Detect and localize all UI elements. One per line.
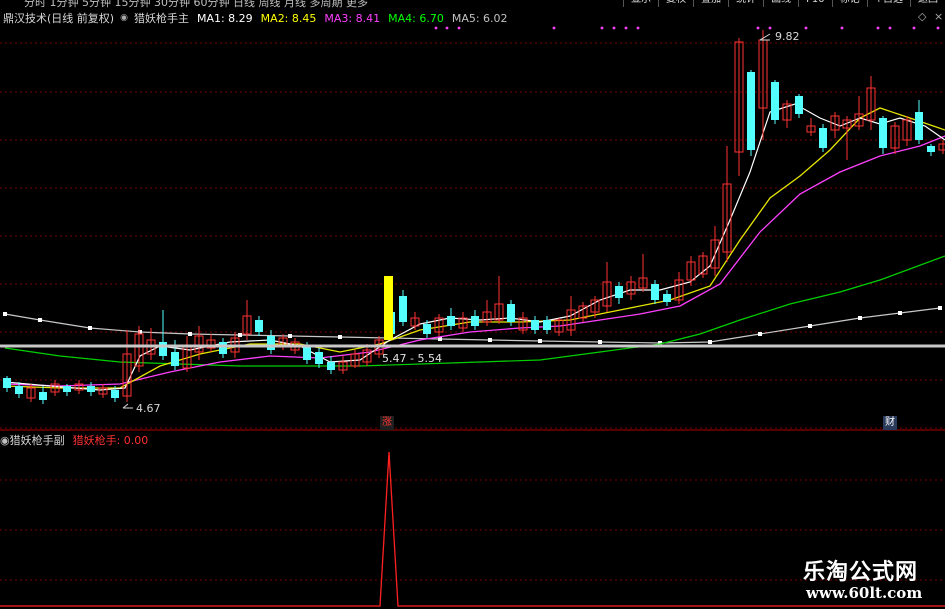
ma5-dot <box>38 318 42 322</box>
signal-dots <box>434 26 940 30</box>
watermark-url: www.60lt.com <box>806 584 923 602</box>
signal-dot <box>624 26 628 30</box>
chart-canvas[interactable]: 9.82 4.67 5.47 - 5.54 <box>0 0 945 609</box>
ma5-dot <box>538 339 542 343</box>
ma5-dot <box>288 334 292 338</box>
candle-body <box>771 82 779 120</box>
candle-body <box>915 112 923 140</box>
signal-dot <box>756 26 760 30</box>
signal-dot <box>445 26 449 30</box>
ma5-dot <box>88 326 92 330</box>
candle-body <box>327 362 335 370</box>
signal-dot <box>888 26 892 30</box>
candle-body <box>927 146 935 152</box>
candle-body <box>795 96 803 114</box>
candle-body <box>447 316 455 326</box>
candlesticks <box>3 30 945 404</box>
candle-body <box>87 386 95 392</box>
candle-body <box>315 352 323 364</box>
signal-dot <box>912 26 916 30</box>
ma5-dot <box>758 332 762 336</box>
ma5-dot <box>338 335 342 339</box>
candle-body <box>303 346 311 360</box>
signal-dot <box>768 26 772 30</box>
candle-body <box>423 324 431 334</box>
ma5-dot <box>488 338 492 342</box>
signal-dot <box>612 26 616 30</box>
candle-body <box>938 143 945 151</box>
signal-dot <box>840 26 844 30</box>
ma5-dot <box>858 316 862 320</box>
high-price-label: 9.82 <box>775 30 800 43</box>
candle-body <box>15 386 23 394</box>
candle-body <box>543 320 551 330</box>
cai-marker[interactable]: 财 <box>883 416 897 430</box>
candle-body <box>531 320 539 330</box>
candle-body <box>819 128 827 148</box>
signal-dot <box>636 26 640 30</box>
ma5-dot <box>938 306 942 310</box>
ma5-dot <box>598 340 602 344</box>
signal-dot <box>600 26 604 30</box>
candle-body <box>651 284 659 300</box>
signal-dot <box>457 26 461 30</box>
signal-dot <box>434 26 438 30</box>
zhang-marker[interactable]: 涨 <box>380 416 394 430</box>
candle-body <box>219 342 227 354</box>
candle-body <box>3 378 11 388</box>
low-pointer <box>122 403 133 409</box>
high-pointer <box>759 33 771 41</box>
candle-body <box>399 296 407 322</box>
ma5-dot <box>808 324 812 328</box>
ma5-dot <box>238 333 242 337</box>
candle-body <box>39 392 47 400</box>
ma5-dot <box>3 312 7 316</box>
candle-body <box>471 316 479 326</box>
candle-body <box>663 294 671 302</box>
range-label: 5.47 - 5.54 <box>382 352 442 365</box>
candle-body <box>507 304 515 322</box>
ma5-dot <box>708 340 712 344</box>
candle-body <box>879 118 887 148</box>
signal-dot <box>804 26 808 30</box>
signal-dot <box>936 26 940 30</box>
signal-dot <box>876 26 880 30</box>
annotations: 9.82 4.67 5.47 - 5.54 <box>0 30 945 415</box>
ma3-line <box>4 135 945 387</box>
grid-lines <box>0 42 945 581</box>
ma5-dot <box>898 311 902 315</box>
ma5-dot <box>188 332 192 336</box>
candle-body <box>63 386 71 392</box>
candle-body <box>615 286 623 298</box>
candle-body <box>159 342 167 356</box>
watermark-title: 乐淘公式网 <box>803 560 919 585</box>
signal-bar <box>384 276 393 340</box>
candle-body <box>171 352 179 366</box>
candle-body <box>267 336 275 350</box>
candle-body <box>747 72 755 150</box>
low-price-label: 4.67 <box>136 402 161 415</box>
signal-dot <box>552 26 556 30</box>
candle-body <box>111 390 119 398</box>
candle-body <box>255 320 263 332</box>
